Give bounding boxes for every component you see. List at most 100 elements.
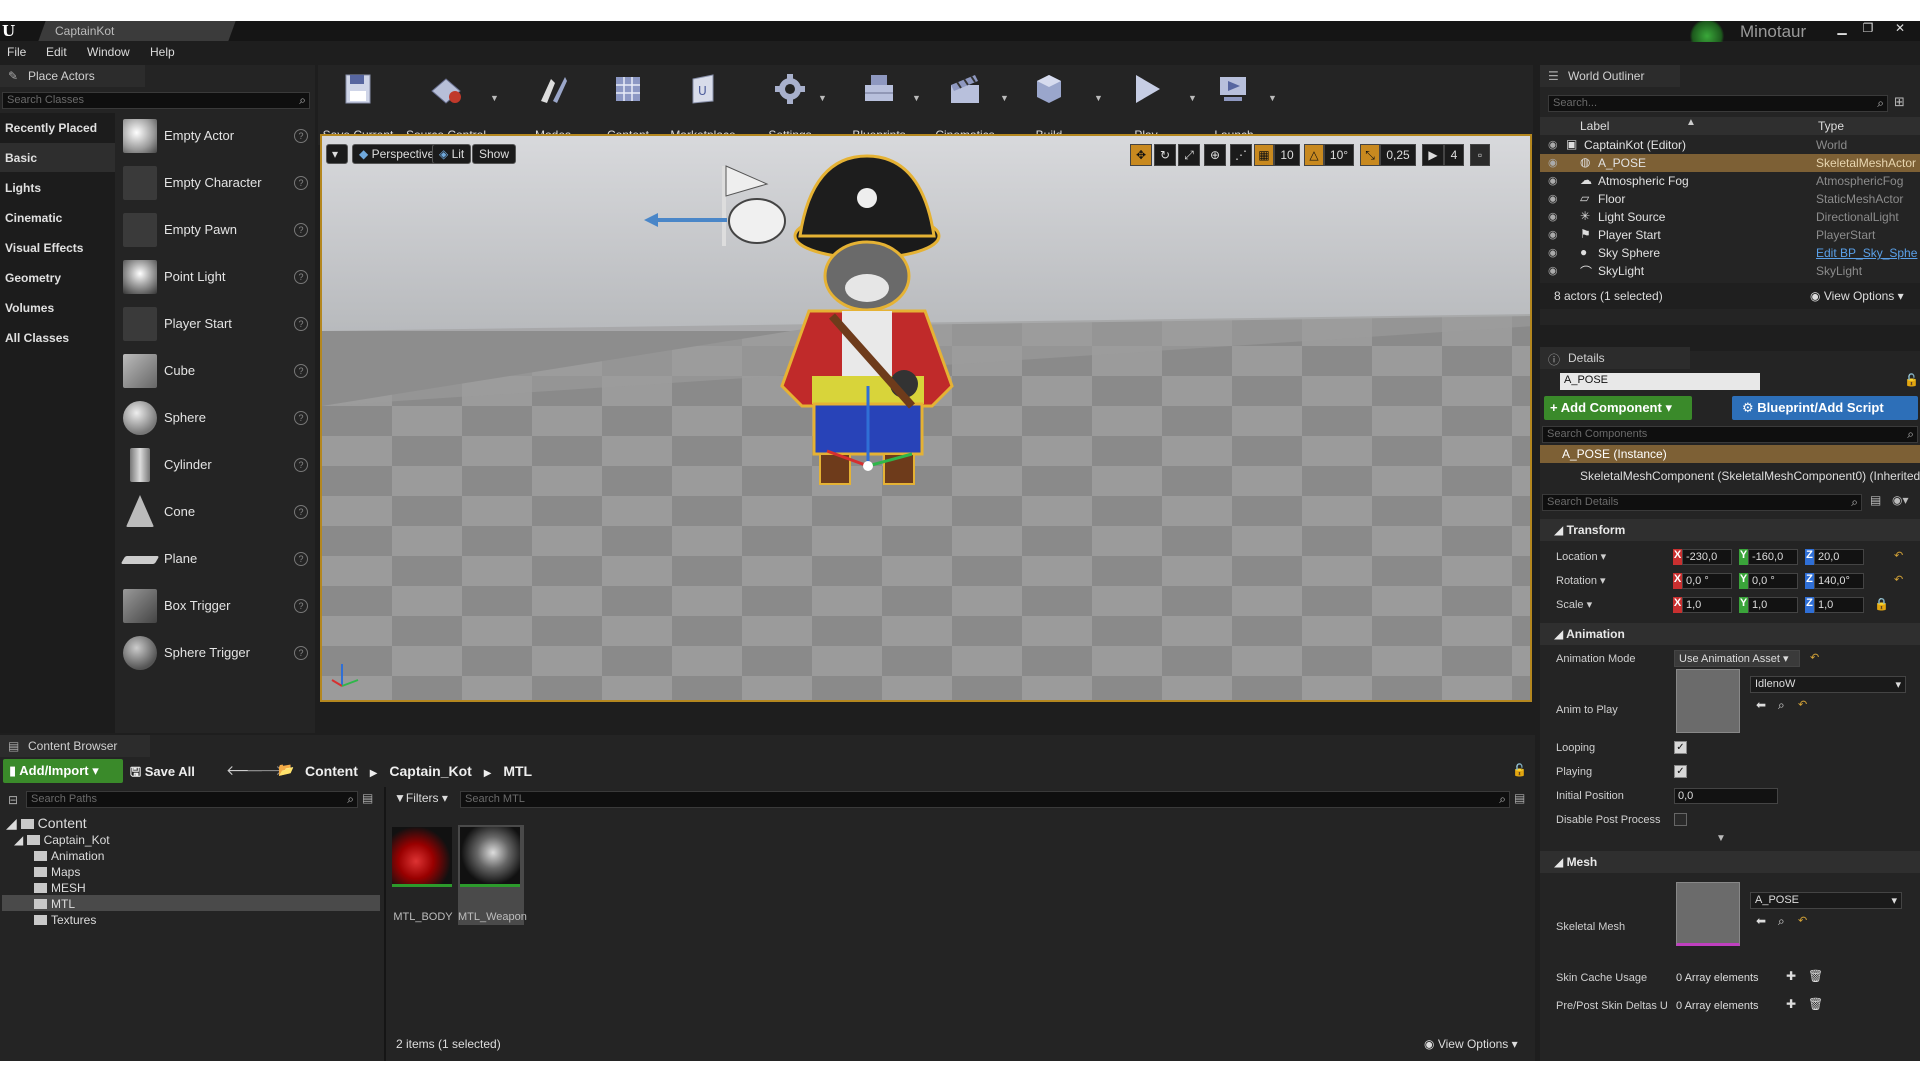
- breadcrumb-captain-kot[interactable]: Captain_Kot: [389, 763, 471, 779]
- search-icon[interactable]: ⌕: [1877, 96, 1884, 111]
- marketplace-button[interactable]: U Marketplace: [666, 65, 740, 145]
- actor-sphere[interactable]: Sphere?: [120, 395, 310, 442]
- surface-snap-icon[interactable]: ⋰: [1230, 144, 1252, 166]
- category-volumes[interactable]: Volumes: [0, 293, 115, 322]
- scale-snap-value[interactable]: 0,25: [1380, 144, 1416, 166]
- browse-search-icon[interactable]: ⌕: [1778, 698, 1785, 713]
- blueprints-button[interactable]: Blueprints: [844, 65, 914, 145]
- breadcrumb-separator-icon[interactable]: ▶: [370, 768, 378, 779]
- scale-y-input[interactable]: 1,0: [1748, 597, 1798, 613]
- asset-mtl-weapon[interactable]: MTL_Weapon: [458, 825, 527, 925]
- menu-edit[interactable]: Edit: [46, 45, 67, 59]
- rotation-snap-icon[interactable]: △: [1304, 144, 1324, 166]
- scale-label[interactable]: Scale ▾: [1556, 598, 1592, 611]
- visibility-eye-icon[interactable]: ◉: [1548, 174, 1558, 187]
- reset-icon[interactable]: ↶: [1894, 573, 1903, 586]
- search-icon[interactable]: ⌕: [299, 93, 306, 108]
- search-paths-input[interactable]: Search Paths ⌕: [26, 791, 358, 808]
- rotation-z-input[interactable]: 140,0°: [1814, 573, 1864, 589]
- world-local-icon[interactable]: ⊕: [1204, 144, 1226, 166]
- mesh-section-header[interactable]: ◢ Mesh: [1540, 851, 1920, 873]
- use-selected-arrow-icon[interactable]: ⬅: [1756, 914, 1766, 928]
- visibility-eye-icon[interactable]: ◉: [1548, 156, 1558, 169]
- unreal-logo[interactable]: U: [2, 23, 20, 40]
- help-icon[interactable]: ?: [294, 129, 308, 143]
- visibility-eye-icon[interactable]: ◉: [1548, 138, 1558, 151]
- rotate-tool-icon[interactable]: ↻: [1154, 144, 1176, 166]
- help-icon[interactable]: ?: [294, 505, 308, 519]
- skeletal-mesh-dropdown[interactable]: A_POSE ▾: [1750, 892, 1902, 909]
- camera-speed-icon[interactable]: ▶: [1422, 144, 1444, 166]
- details-tab[interactable]: ⓘ Details: [1540, 347, 1690, 369]
- rotation-snap-value[interactable]: 10°: [1324, 144, 1354, 166]
- delete-icon[interactable]: 🗑: [1808, 969, 1823, 983]
- source-control-button[interactable]: Source Control: [404, 65, 488, 145]
- help-icon[interactable]: ?: [294, 223, 308, 237]
- outliner-row[interactable]: ◉ ⌒ SkyLight SkyLight: [1540, 262, 1920, 280]
- level-viewport[interactable]: ▾ ◆ Perspective ◈ Lit Show ✥ ↻ ⤢ ⊕ ⋰ ▦ 1…: [320, 134, 1532, 702]
- modes-button[interactable]: Modes: [518, 65, 588, 145]
- menu-help[interactable]: Help: [150, 45, 175, 59]
- outliner-row[interactable]: ◉ ☁ Atmospheric Fog AtmosphericFog: [1540, 172, 1920, 190]
- location-x-input[interactable]: -230,0: [1682, 549, 1732, 565]
- actor-plane[interactable]: Plane?: [120, 536, 310, 583]
- visibility-eye-icon[interactable]: ◉: [1548, 264, 1558, 277]
- help-icon[interactable]: ?: [294, 646, 308, 660]
- menu-file[interactable]: File: [7, 45, 26, 59]
- breadcrumb-mtl[interactable]: MTL: [503, 763, 532, 779]
- play-chevron-down-icon[interactable]: ▼: [1188, 93, 1197, 103]
- perspective-button[interactable]: ◆ Perspective: [352, 144, 442, 164]
- search-classes-input[interactable]: Search Classes ⌕: [2, 92, 310, 109]
- search-mtl-input[interactable]: Search MTL ⌕: [460, 791, 1510, 808]
- save-all-button[interactable]: 🖫 Save All: [130, 763, 195, 785]
- view-options-button[interactable]: ◉ View Options ▾: [1810, 289, 1904, 303]
- column-type[interactable]: Type: [1818, 119, 1844, 133]
- tree-animation[interactable]: Animation: [34, 849, 104, 863]
- animation-section-header[interactable]: ◢ Animation: [1540, 623, 1920, 645]
- translate-tool-icon[interactable]: ✥: [1130, 144, 1152, 166]
- looping-checkbox[interactable]: ✓: [1674, 741, 1687, 754]
- minimize-icon[interactable]: ▁: [1832, 21, 1852, 37]
- help-icon[interactable]: ?: [294, 176, 308, 190]
- delete-icon[interactable]: 🗑: [1808, 997, 1823, 1011]
- search-icon[interactable]: ⌕: [1907, 427, 1914, 442]
- cinematics-button[interactable]: Cinematics: [928, 65, 1002, 145]
- visibility-eye-icon[interactable]: ◉: [1548, 246, 1558, 259]
- lock-icon[interactable]: 🔓: [1904, 373, 1919, 387]
- grid-view-icon[interactable]: ▤: [1870, 493, 1881, 507]
- category-geometry[interactable]: Geometry: [0, 263, 115, 292]
- category-recently-placed[interactable]: Recently Placed: [0, 113, 115, 142]
- scale-x-input[interactable]: 1,0: [1682, 597, 1732, 613]
- rotation-y-input[interactable]: 0,0 °: [1748, 573, 1798, 589]
- settings-chevron-down-icon[interactable]: ▼: [818, 93, 827, 103]
- visibility-eye-icon[interactable]: ◉: [1548, 210, 1558, 223]
- outliner-row[interactable]: ◉ ● Sky Sphere Edit BP_Sky_Sphe: [1540, 244, 1920, 262]
- expand-advanced-icon[interactable]: ▼: [1716, 833, 1726, 844]
- tree-captain-kot[interactable]: ◢ Captain_Kot: [14, 833, 110, 847]
- reset-icon[interactable]: ↶: [1810, 651, 1819, 664]
- sources-toggle-icon[interactable]: ⊟: [8, 793, 18, 807]
- anim-thumbnail[interactable]: [1676, 669, 1740, 733]
- actor-cylinder[interactable]: Cylinder?: [120, 442, 310, 489]
- playing-checkbox[interactable]: ✓: [1674, 765, 1687, 778]
- category-lights[interactable]: Lights: [0, 173, 115, 202]
- category-basic[interactable]: Basic: [0, 143, 115, 172]
- add-import-button[interactable]: ▮ Add/Import ▾: [3, 759, 123, 783]
- help-icon[interactable]: ?: [294, 364, 308, 378]
- add-component-button[interactable]: + Add Component ▾: [1544, 396, 1692, 420]
- category-cinematic[interactable]: Cinematic: [0, 203, 115, 232]
- actor-box-trigger[interactable]: Box Trigger?: [120, 583, 310, 630]
- tree-mtl[interactable]: MTL: [34, 897, 75, 911]
- component-row[interactable]: SkeletalMeshComponent (SkeletalMeshCompo…: [1580, 469, 1920, 483]
- actor-empty-pawn[interactable]: Empty Pawn?: [120, 207, 310, 254]
- help-icon[interactable]: ?: [294, 458, 308, 472]
- actor-empty-character[interactable]: Empty Character?: [120, 160, 310, 207]
- actor-name-input[interactable]: A_POSE: [1560, 373, 1760, 390]
- outliner-row[interactable]: ◉ ▣ CaptainKot (Editor) World: [1540, 136, 1920, 154]
- transform-section-header[interactable]: ◢ Transform: [1540, 519, 1920, 541]
- column-label[interactable]: Label: [1580, 119, 1609, 133]
- location-z-input[interactable]: 20,0: [1814, 549, 1864, 565]
- add-element-icon[interactable]: ✚: [1786, 969, 1796, 983]
- filters-button[interactable]: ▼Filters ▾: [394, 791, 448, 805]
- launch-chevron-down-icon[interactable]: ▼: [1268, 93, 1277, 103]
